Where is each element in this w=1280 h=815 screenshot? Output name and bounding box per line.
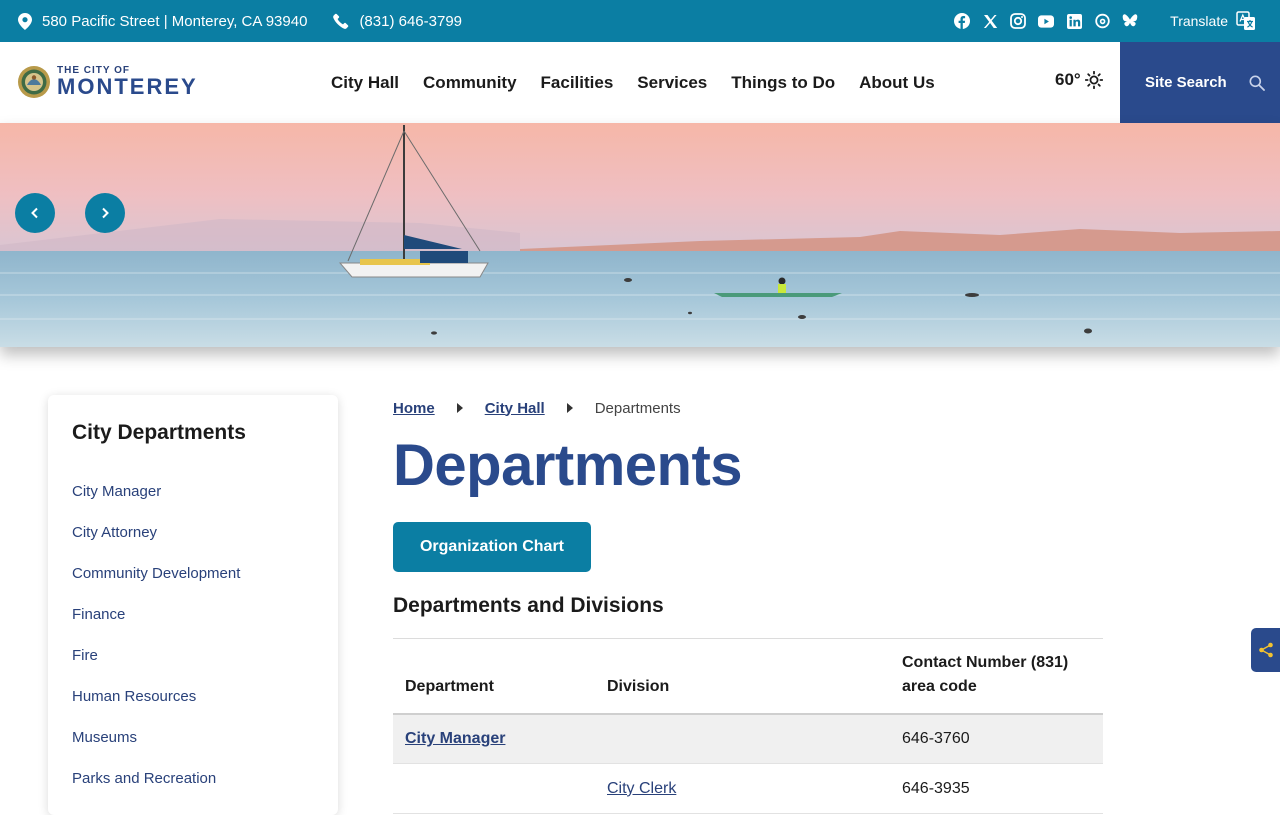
sidebar-title: City Departments <box>72 421 246 444</box>
hero-prev-button[interactable] <box>15 193 55 233</box>
instagram-icon[interactable] <box>1010 13 1027 29</box>
weather-widget[interactable]: 60° <box>1055 70 1103 90</box>
nav-city-hall[interactable]: City Hall <box>331 73 399 93</box>
address-link[interactable]: 580 Pacific Street | Monterey, CA 93940 <box>18 12 308 30</box>
social-links <box>954 13 1138 29</box>
share-button[interactable] <box>1251 628 1280 672</box>
city-logo[interactable]: THE CITY OF MONTEREY <box>17 65 198 99</box>
sidebar-item-museums[interactable]: Museums <box>72 729 314 770</box>
caret-right-icon <box>566 403 573 413</box>
sidebar-list: City Manager City Attorney Community Dev… <box>72 483 314 811</box>
chevron-left-icon <box>31 207 38 219</box>
translate-button[interactable]: Translate <box>1170 11 1256 31</box>
sidebar-item-finance[interactable]: Finance <box>72 606 314 647</box>
nav-about-us[interactable]: About Us <box>859 73 935 93</box>
table-cell-contact: 646-3760 <box>890 713 1103 765</box>
table-cell-contact: 646-3935 <box>890 763 1103 815</box>
breadcrumb-home[interactable]: Home <box>393 400 435 417</box>
facebook-icon[interactable] <box>954 13 971 29</box>
top-bar: 580 Pacific Street | Monterey, CA 93940 … <box>0 0 1280 42</box>
sidebar-item-city-attorney[interactable]: City Attorney <box>72 524 314 565</box>
table-row: City Clerk 646-3935 <box>393 763 1103 815</box>
table-row: City Manager 646-3760 <box>393 713 1103 765</box>
nav-community[interactable]: Community <box>423 73 517 93</box>
address-text: 580 Pacific Street | Monterey, CA 93940 <box>42 12 308 30</box>
youtube-icon[interactable] <box>1038 13 1055 29</box>
table-cell-division: City Clerk <box>595 763 890 815</box>
hero-banner <box>0 123 1280 347</box>
city-seal-icon <box>18 66 50 98</box>
temperature: 60° <box>1055 70 1081 89</box>
nav-things-to-do[interactable]: Things to Do <box>731 73 835 93</box>
column-header-division: Division <box>595 638 890 715</box>
breadcrumb-current: Departments <box>594 399 681 417</box>
sidebar-item-fire[interactable]: Fire <box>72 647 314 688</box>
page-title: Departments <box>393 433 743 498</box>
breadcrumb: Home City Hall Departments <box>393 398 1103 418</box>
sun-icon <box>1084 71 1103 89</box>
site-search-button[interactable]: Site Search <box>1120 42 1280 123</box>
nav-facilities[interactable]: Facilities <box>541 73 614 93</box>
table-cell-department: City Manager <box>393 713 595 765</box>
main-content: Home City Hall Departments Departments O… <box>393 398 1103 815</box>
threads-icon[interactable] <box>1094 13 1110 29</box>
translate-label: Translate <box>1170 13 1228 29</box>
caret-right-icon <box>456 403 463 413</box>
site-search-label: Site Search <box>1145 74 1227 91</box>
phone-text: (831) 646-3799 <box>359 12 463 30</box>
organization-chart-button[interactable]: Organization Chart <box>393 521 591 572</box>
bluesky-icon[interactable] <box>1122 13 1138 29</box>
department-link[interactable]: City Manager <box>405 730 505 747</box>
nav-services[interactable]: Services <box>637 73 707 93</box>
table-cell-department <box>393 763 595 815</box>
sidebar-item-city-manager[interactable]: City Manager <box>72 483 314 524</box>
column-header-department: Department <box>393 638 595 715</box>
table-header-row: Department Division Contact Number (831)… <box>393 638 1103 715</box>
departments-sidebar: City Departments City Manager City Attor… <box>48 395 338 815</box>
breadcrumb-city-hall[interactable]: City Hall <box>485 400 545 417</box>
hero-next-button[interactable] <box>85 193 125 233</box>
section-title: Departments and Divisions <box>393 593 664 617</box>
phone-icon <box>333 13 349 29</box>
site-header: THE CITY OF MONTEREY City Hall Community… <box>0 42 1280 123</box>
linkedin-icon[interactable] <box>1066 13 1082 29</box>
hero-image <box>0 123 1280 347</box>
main-nav: City Hall Community Facilities Services … <box>331 42 935 123</box>
sidebar-item-community-development[interactable]: Community Development <box>72 565 314 606</box>
logo-big-text: MONTEREY <box>57 74 198 99</box>
column-header-contact: Contact Number (831) area code <box>890 638 1103 715</box>
sidebar-item-parks-and-recreation[interactable]: Parks and Recreation <box>72 770 314 811</box>
sidebar-item-human-resources[interactable]: Human Resources <box>72 688 314 729</box>
search-icon <box>1249 75 1265 91</box>
table-cell-division <box>595 713 890 765</box>
share-icon <box>1258 642 1273 658</box>
phone-link[interactable]: (831) 646-3799 <box>333 13 462 30</box>
x-icon[interactable] <box>982 13 998 29</box>
location-pin-icon <box>18 12 32 30</box>
translate-icon <box>1236 11 1255 30</box>
chevron-right-icon <box>102 207 109 219</box>
departments-table: Department Division Contact Number (831)… <box>393 637 1103 815</box>
division-link[interactable]: City Clerk <box>607 780 676 797</box>
